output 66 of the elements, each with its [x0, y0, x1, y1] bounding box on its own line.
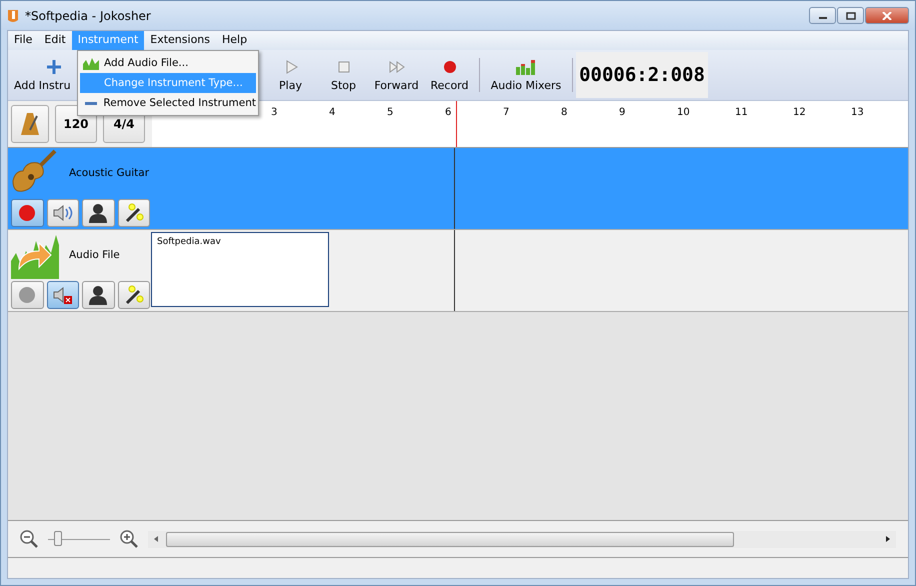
magic-wand-icon: [124, 285, 144, 305]
ruler-number: 11: [735, 107, 748, 118]
audio-wave-icon: [83, 56, 99, 70]
record-arm-button[interactable]: [11, 281, 44, 309]
metronome-button[interactable]: [11, 105, 49, 143]
record-icon: [18, 286, 36, 304]
toolbar-button[interactable]: Play: [264, 58, 317, 92]
ruler-number: 5: [387, 107, 394, 118]
zoom-in-icon[interactable]: [120, 530, 138, 548]
minimize-button[interactable]: [809, 7, 836, 24]
record-arm-button[interactable]: [11, 199, 44, 227]
toolbar-button[interactable]: Forward: [370, 58, 423, 92]
toolbar-button[interactable]: Audio Mixers: [483, 58, 569, 92]
effects-button[interactable]: [118, 281, 150, 309]
clip-name: Softpedia.wav: [157, 237, 221, 247]
bar-chart-icon: [515, 58, 537, 74]
zoom-out-icon[interactable]: [20, 530, 38, 548]
stop-icon: [336, 58, 352, 74]
ruler-number: 13: [851, 107, 864, 118]
person-icon: [88, 285, 108, 305]
toolbar-button[interactable]: Add Instru: [10, 58, 80, 92]
ruler-number: 6: [445, 107, 452, 118]
menu-item[interactable]: File: [8, 31, 38, 50]
metronome-icon: [20, 112, 40, 136]
scroll-left-icon[interactable]: [152, 535, 160, 543]
menu-item[interactable]: Extensions: [144, 31, 216, 50]
record-icon: [18, 204, 36, 222]
ruler-number: 9: [619, 107, 626, 118]
menu-entry[interactable]: Add Audio File...: [80, 53, 256, 73]
maximize-icon: [846, 12, 856, 20]
solo-button[interactable]: [82, 281, 114, 309]
ruler-number: 3: [271, 107, 278, 118]
record-icon: [442, 58, 458, 74]
track-row[interactable]: Acoustic Guitar: [8, 148, 908, 230]
ruler-number: 7: [503, 107, 510, 118]
person-icon: [88, 203, 108, 223]
magic-wand-icon: [124, 203, 144, 223]
plus-icon: [46, 58, 62, 74]
scroll-right-icon[interactable]: [884, 535, 892, 543]
speaker-icon: [52, 204, 74, 222]
time-display: 00006:2:008: [576, 52, 708, 98]
ruler-number: 10: [677, 107, 690, 118]
menu-item[interactable]: Help: [216, 31, 254, 50]
speaker-icon: [52, 286, 74, 304]
close-button[interactable]: [865, 7, 909, 24]
track-row[interactable]: Audio File Softpedia.wav: [8, 230, 908, 312]
ruler-number: 12: [793, 107, 806, 118]
ruler-number: 8: [561, 107, 568, 118]
zoom-slider[interactable]: [48, 531, 110, 547]
mute-button[interactable]: [46, 199, 79, 227]
mute-button[interactable]: [46, 281, 79, 309]
app-icon: [7, 8, 19, 24]
solo-button[interactable]: [82, 199, 114, 227]
horizontal-scrollbar[interactable]: [148, 530, 896, 548]
fast-forward-icon: [388, 58, 404, 74]
track-name: Acoustic Guitar: [69, 167, 150, 179]
toolbar-button[interactable]: Record: [423, 58, 476, 92]
maximize-button[interactable]: [837, 7, 864, 24]
window-title: *Softpedia - Jokosher: [25, 8, 151, 22]
menu-item[interactable]: Edit: [38, 31, 72, 50]
ruler-number: 4: [329, 107, 336, 118]
effects-button[interactable]: [118, 199, 150, 227]
track-name: Audio File: [69, 249, 120, 261]
audio-clip[interactable]: Softpedia.wav: [151, 232, 329, 307]
toolbar-button[interactable]: Stop: [317, 58, 370, 92]
close-icon: [882, 12, 892, 20]
